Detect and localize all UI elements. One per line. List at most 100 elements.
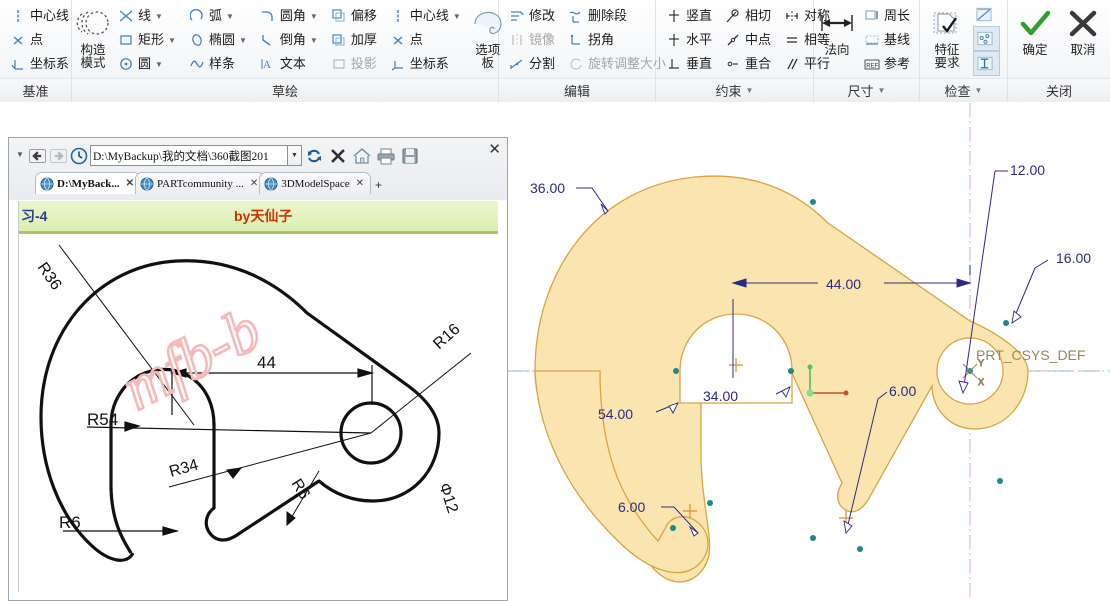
stop-x-icon[interactable] — [326, 145, 350, 167]
tool-reference[interactable]: REF 参考 — [859, 52, 914, 76]
tool-overlap-geometry[interactable] — [973, 3, 1000, 26]
tool-feature-requirement[interactable]: 特征 要求 — [923, 2, 971, 70]
tool-text[interactable]: A 文本 — [255, 52, 322, 76]
cad-sketch-canvas[interactable]: Y X 36.00 12.00 16.00 44.00 34.00 54.00 … — [508, 103, 1110, 601]
browser-tab-0[interactable]: D:\MyBack... ✕ — [35, 172, 142, 194]
browser-tab-2[interactable]: 3DModelSpace ✕ — [259, 172, 372, 194]
browser-window[interactable]: ▼ D:\MyBackup\我的文档\360截图201 ▼ ✕ D:\MyBac… — [8, 137, 508, 601]
corner-icon — [567, 32, 585, 48]
tool-mirror[interactable]: 镜像 — [504, 28, 559, 52]
tool-chamfer[interactable]: 倒角 ▼ — [255, 28, 322, 52]
ribbon-label-edit[interactable]: 编辑 — [499, 79, 656, 102]
chevron-down-icon[interactable]: ▼ — [226, 12, 234, 21]
tool-vertical[interactable]: 竖直 — [661, 4, 716, 28]
tool-highlight-open-ends[interactable] — [973, 26, 1000, 51]
tool-coincident[interactable]: 重合 — [720, 52, 775, 76]
home-icon[interactable] — [350, 145, 374, 167]
close-icon[interactable]: ✕ — [356, 178, 364, 189]
tool-fillet[interactable]: 圆角 ▼ — [255, 4, 322, 28]
tool-label: 周长 — [883, 8, 910, 23]
tool-perimeter[interactable]: 周长 — [859, 4, 914, 28]
chevron-down-icon[interactable]: ▼ — [155, 12, 163, 21]
tool-line[interactable]: 线 ▼ — [113, 4, 180, 28]
tool-coordinate-system-sketch[interactable]: 坐标系 — [385, 52, 465, 76]
close-icon[interactable]: ✕ — [250, 178, 258, 189]
browser-tab-1[interactable]: PARTcommunity ... ✕ — [135, 172, 266, 194]
ribbon-label-dimension[interactable]: 尺寸 ▼ — [814, 79, 920, 102]
tool-rectangle[interactable]: 矩形 ▼ — [113, 28, 180, 52]
cancel-button[interactable]: 取消 — [1059, 2, 1107, 57]
dimension-col: 周长 基线 REF 参考 — [857, 2, 916, 76]
tool-point-datum[interactable]: 点 — [5, 28, 73, 52]
tool-normal-dimension[interactable]: 法向 — [817, 2, 857, 57]
tool-midpoint[interactable]: 中点 — [720, 28, 775, 52]
svg-text:X: X — [978, 377, 984, 387]
chevron-down-icon[interactable]: ▼ — [453, 12, 461, 21]
ribbon-label-close[interactable]: 关闭 — [1008, 79, 1110, 102]
tool-label: 坐标系 — [30, 56, 70, 71]
tool-ellipse[interactable]: 椭圆 ▼ — [184, 28, 251, 52]
tool-centerline-sketch[interactable]: 中心线 ▼ — [385, 4, 465, 28]
tool-label: 样条 — [208, 56, 235, 71]
tool-divide[interactable]: 分割 — [504, 52, 559, 76]
history-clock-icon[interactable] — [69, 146, 89, 166]
tool-tangent[interactable]: 相切 — [720, 4, 775, 28]
chevron-down-icon[interactable]: ▼ — [168, 36, 176, 45]
browser-tab-title: D:\MyBack... — [57, 177, 120, 190]
ribbon-label-constrain[interactable]: 约束 ▼ — [656, 79, 814, 102]
new-tab-button[interactable]: + — [375, 178, 382, 194]
tool-offset[interactable]: 偏移 — [326, 4, 381, 28]
ribbon-group-sketch: 构造 模式 线 ▼ 矩形 ▼ 圆 ▼ 弧 ▼ 椭圆 ▼ 样条 圆角 ▼ 倒角 ▼… — [72, 0, 502, 78]
address-dropdown-icon[interactable]: ▼ — [288, 145, 302, 166]
tool-centerline-datum[interactable]: 中心线 — [5, 4, 73, 28]
tool-baseline[interactable]: 基线 — [859, 28, 914, 52]
ribbon-label-inspect[interactable]: 检查 ▼ — [920, 79, 1008, 102]
tool-project[interactable]: 投影 — [326, 52, 381, 76]
ribbon-group-dimension: 法向 周长 基线 REF 参考 — [814, 0, 920, 78]
tool-thicken[interactable]: 加厚 — [326, 28, 381, 52]
overlap-geometry-icon — [975, 7, 993, 23]
chevron-down-icon[interactable]: ▼ — [878, 86, 886, 95]
refresh-icon[interactable] — [302, 145, 326, 167]
chevron-down-icon[interactable]: ▼ — [975, 86, 983, 95]
ribbon-label-sketch[interactable]: 草绘 — [72, 79, 499, 102]
close-icon[interactable]: ✕ — [126, 178, 134, 189]
address-input[interactable]: D:\MyBackup\我的文档\360截图201 — [90, 145, 288, 166]
forward-arrow-icon[interactable] — [48, 146, 68, 166]
tool-arc[interactable]: 弧 ▼ — [184, 4, 251, 28]
chevron-down-icon[interactable]: ▼ — [239, 36, 247, 45]
highlight-open-ends-icon — [976, 31, 994, 47]
save-disk-icon[interactable] — [398, 145, 422, 167]
tool-rotate-resize[interactable]: 旋转调整大小 — [563, 52, 670, 76]
chevron-down-icon[interactable]: ▼ — [310, 12, 318, 21]
tool-delete-segment[interactable]: 删除段 — [563, 4, 670, 28]
tool-construction-mode[interactable]: 构造 模式 — [75, 2, 111, 70]
label-text: 草绘 — [271, 84, 298, 99]
tool-point-sketch[interactable]: 点 — [385, 28, 465, 52]
coincident-icon — [724, 56, 742, 72]
label-text: 关闭 — [1045, 84, 1072, 99]
ribbon-label-datum[interactable]: 基准 — [0, 79, 72, 102]
chevron-down-icon[interactable]: ▼ — [13, 150, 27, 162]
divide-icon — [508, 56, 526, 72]
tool-modify[interactable]: 修改 — [504, 4, 559, 28]
perimeter-icon — [863, 8, 881, 24]
confirm-button[interactable]: 确定 — [1011, 2, 1059, 57]
tool-perpendicular[interactable]: 垂直 — [661, 52, 716, 76]
close-icon[interactable]: ✕ — [488, 142, 501, 157]
tool-circle[interactable]: 圆 ▼ — [113, 52, 180, 76]
chevron-down-icon[interactable]: ▼ — [310, 36, 318, 45]
ribbon: 中心线 点 坐标系 构造 模式 线 ▼ 矩形 ▼ 圆 ▼ 弧 ▼ 椭圆 ▼ 样条… — [0, 0, 1110, 102]
chevron-down-icon[interactable]: ▼ — [746, 86, 754, 95]
tool-spline[interactable]: 样条 — [184, 52, 251, 76]
back-arrow-icon[interactable] — [27, 146, 47, 166]
ribbon-group-datum: 中心线 点 坐标系 — [0, 0, 72, 78]
print-icon[interactable] — [374, 145, 398, 167]
tool-horizontal[interactable]: 水平 — [661, 28, 716, 52]
tool-coordinate-system-datum[interactable]: 坐标系 — [5, 52, 73, 76]
ribbon-group-constrain: 竖直 水平 垂直 相切 中点 重合 对称 相等 平行 — [656, 0, 830, 78]
tool-shade-closed-loops[interactable] — [973, 51, 1000, 76]
chevron-down-icon[interactable]: ▼ — [155, 60, 163, 69]
tool-corner[interactable]: 拐角 — [563, 28, 670, 52]
drawing-dim-r16-text: R16 — [430, 321, 463, 353]
